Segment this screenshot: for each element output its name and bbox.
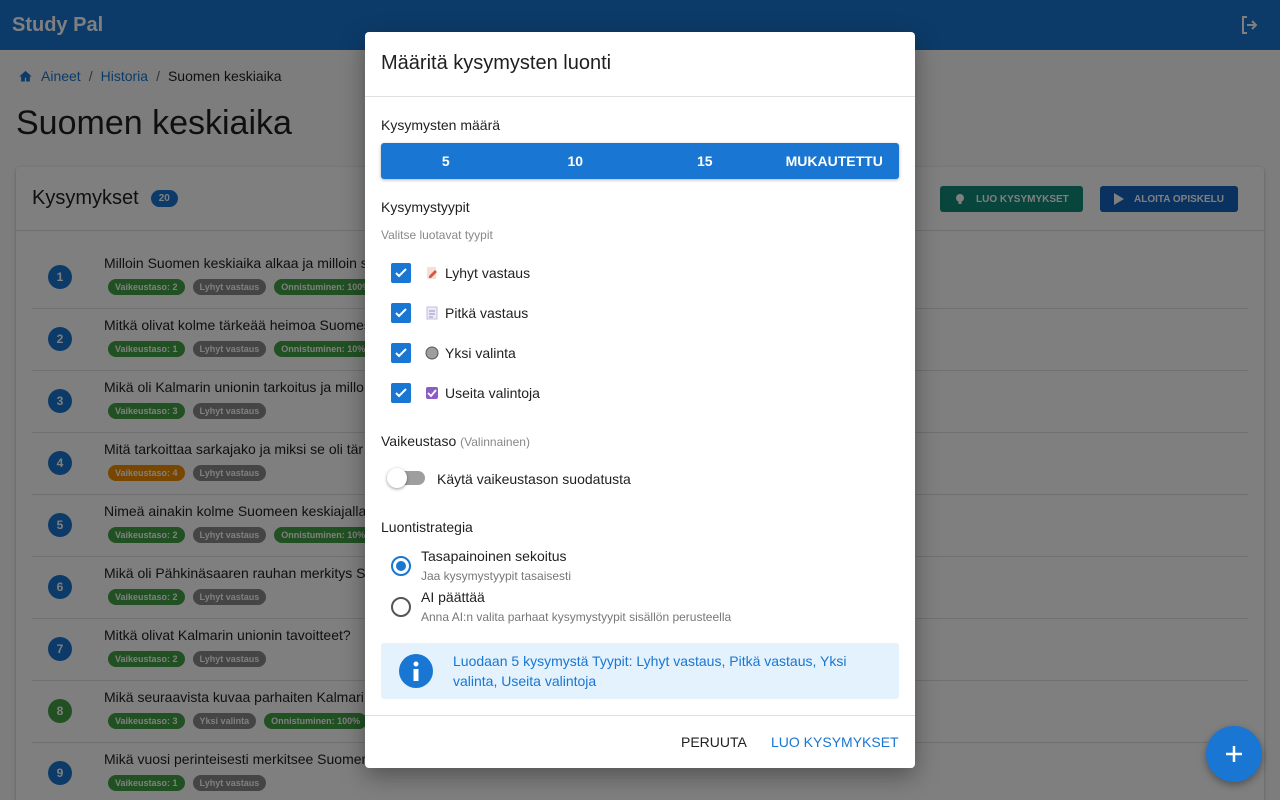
info-icon xyxy=(399,654,433,688)
checkbox-checked-icon[interactable] xyxy=(391,343,411,363)
count-option-15[interactable]: 15 xyxy=(640,143,770,179)
count-option-custom[interactable]: MUKAUTETTU xyxy=(770,143,900,179)
difficulty-section-label: Vaikeustaso (Valinnainen) xyxy=(381,433,530,449)
create-questions-dialog: Määritä kysymysten luonti Kysymysten mää… xyxy=(365,32,915,768)
question-count-toggle-group: 5 10 15 MUKAUTETTU xyxy=(381,143,899,179)
document-icon xyxy=(426,306,438,320)
difficulty-label: Vaikeustaso xyxy=(381,433,457,449)
checkbox-checked-icon[interactable] xyxy=(391,263,411,283)
type-label: Yksi valinta xyxy=(445,345,516,361)
strategy-ai-desc: Anna AI:n valita parhaat kysymystyypit s… xyxy=(421,610,732,624)
confirm-create-button[interactable]: LUO KYSYMYKSET xyxy=(771,734,899,750)
difficulty-optional-hint: (Valinnainen) xyxy=(460,435,530,449)
strategy-section-label: Luontistrategia xyxy=(381,519,473,535)
types-section-label: Kysymystyypit xyxy=(381,199,470,215)
cancel-button[interactable]: PERUUTA xyxy=(681,734,747,750)
info-alert: Luodaan 5 kysymystä Tyypit: Lyhyt vastau… xyxy=(381,643,899,699)
type-multiple-choice[interactable]: Useita valintoja xyxy=(391,383,540,403)
count-section-label: Kysymysten määrä xyxy=(381,117,501,133)
type-label: Useita valintoja xyxy=(445,385,540,401)
type-short-answer[interactable]: Lyhyt vastaus xyxy=(391,263,530,283)
info-text: Luodaan 5 kysymystä Tyypit: Lyhyt vastau… xyxy=(453,653,847,689)
radio-dot-icon xyxy=(425,346,439,360)
strategy-ai-title: AI päättää xyxy=(421,589,485,605)
checkbox-checked-icon[interactable] xyxy=(391,383,411,403)
count-option-10[interactable]: 10 xyxy=(511,143,641,179)
type-label: Lyhyt vastaus xyxy=(445,265,531,281)
dialog-actions-divider xyxy=(365,715,915,716)
strategy-balanced-radio[interactable] xyxy=(391,556,411,576)
strategy-balanced-title: Tasapainoinen sekoitus xyxy=(421,548,567,564)
plus-icon xyxy=(1226,746,1242,762)
type-label: Pitkä vastaus xyxy=(445,305,529,321)
strategy-ai-radio[interactable] xyxy=(391,597,411,617)
switch-knob xyxy=(387,468,407,488)
checkbox-checked-icon[interactable] xyxy=(391,303,411,323)
checkbox-icon xyxy=(426,387,438,399)
strategy-balanced-desc: Jaa kysymystyypit tasaisesti xyxy=(421,569,572,583)
dialog-divider xyxy=(365,96,915,97)
add-fab-button[interactable] xyxy=(1206,726,1262,782)
count-option-5[interactable]: 5 xyxy=(381,143,511,179)
types-hint: Valitse luotavat tyypit xyxy=(381,228,493,242)
difficulty-filter-switch[interactable] xyxy=(387,468,425,488)
type-single-choice[interactable]: Yksi valinta xyxy=(391,343,516,363)
difficulty-filter-label: Käytä vaikeustason suodatusta xyxy=(437,471,631,487)
type-long-answer[interactable]: Pitkä vastaus xyxy=(391,303,528,323)
dialog-title: Määritä kysymysten luonti xyxy=(381,52,612,74)
pencil-icon xyxy=(427,267,437,279)
